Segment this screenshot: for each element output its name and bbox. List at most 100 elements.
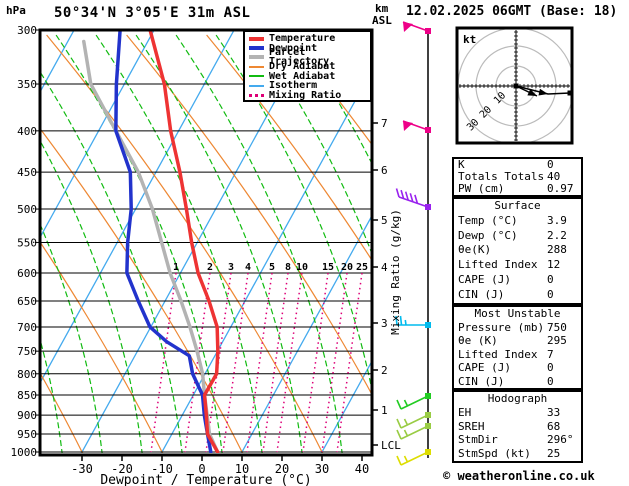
mixing-ratio-value-label: 10 [296, 262, 308, 273]
mixing-ratio-value-label: 3 [228, 262, 234, 273]
km-tick-label: 3 [381, 317, 388, 330]
x-axis-label: Dewpoint / Temperature (°C) [100, 473, 311, 486]
barb-flag [403, 121, 413, 131]
barb-tick [396, 418, 402, 429]
pressure-tick-label: 900 [17, 409, 37, 422]
pressure-tick-label: 800 [17, 368, 37, 381]
pressure-tick-label: 450 [17, 166, 37, 179]
km-tick-label: 6 [381, 164, 388, 177]
mixing-ratio-line [222, 272, 249, 453]
stat-label: EH [458, 405, 472, 419]
legend-item-label: Mixing Ratio [269, 89, 342, 101]
stat-row: Lifted Index 12 [454, 258, 581, 273]
stat-label: Lifted Index [458, 347, 538, 361]
stat-row: StmDir 296° [454, 433, 581, 447]
stat-value: 288 [547, 243, 567, 257]
stat-row: EH 33 [454, 406, 581, 420]
stat-row: Dewp (°C) 2.2 [454, 229, 581, 244]
stat-label: CIN (J) [458, 374, 505, 388]
pressure-tick-label: 400 [17, 125, 37, 138]
stat-value: 3.9 [547, 213, 567, 227]
pressure-tick-label: 850 [17, 389, 37, 402]
pressure-axis-labels: 300 350 400 450 500 550 600 650 700 750 800 850 900 9… [11, 24, 40, 459]
stat-label: PW (cm) [458, 182, 505, 195]
legend-swatch [249, 36, 264, 41]
barb-level-marker [425, 127, 431, 133]
stat-row: Temp (°C) 3.9 [454, 214, 581, 229]
stat-row: PW (cm) 0.97 [454, 183, 581, 195]
stat-row: CAPE (J) 0 [454, 361, 581, 375]
barb-level-marker [425, 28, 431, 34]
mixing-ratio-group: 1 2 3 4 5 8 10 15 20 25 [150, 262, 368, 453]
stat-label: Temp (°C) [458, 213, 518, 227]
mixing-ratio-value-label: 2 [207, 262, 213, 273]
most-unstable-box: Most Unstable Pressure (mb) 750 θe (K) 295 L… [452, 305, 583, 390]
stat-value: 25 [547, 447, 561, 461]
stat-label: θe(K) [458, 243, 492, 257]
legend-item: Isotherm [249, 81, 370, 91]
wind-barb [402, 21, 431, 34]
stat-value: 12 [547, 258, 561, 272]
mixing-ratio-value-label: 5 [269, 262, 275, 273]
barb-tick [396, 455, 402, 466]
pressure-tick-label: 650 [17, 295, 37, 308]
barb-level-marker [425, 423, 431, 429]
barb-level-marker [425, 322, 431, 328]
mixing-ratio-value-label: 8 [285, 262, 291, 273]
mixing-ratio-line [150, 272, 177, 453]
surface-header: Surface [494, 199, 541, 212]
legend-swatch [249, 65, 264, 68]
stat-value: 0.97 [547, 182, 574, 195]
wind-barb [396, 449, 431, 466]
stat-label: CAPE (J) [458, 272, 511, 286]
stat-row: SREH 68 [454, 420, 581, 434]
mixing-ratio-line [246, 272, 273, 453]
legend-swatch [249, 75, 264, 78]
stat-row: CAPE (J) 0 [454, 273, 581, 288]
wet-adiabat-line [95, 34, 263, 453]
mixing-ratio-line [336, 272, 363, 453]
mixing-ratio-line [302, 272, 329, 453]
stat-row: θe (K) 295 [454, 334, 581, 348]
mixing-ratio-value-label: 1 [173, 262, 179, 273]
mixing-ratio-line [262, 272, 289, 453]
hodograph-stats-box: Hodograph EH 33 SREH 68 StmDir 296° StmSpd (kt… [452, 390, 583, 463]
hodograph-stats-header: Hodograph [487, 392, 548, 405]
stat-value: 7 [547, 347, 554, 361]
barb-half-tick [403, 429, 409, 437]
legend-swatch [249, 46, 264, 51]
pressure-tick-label: 600 [17, 267, 37, 280]
barb-half-tick [404, 319, 407, 326]
legend-swatch [249, 93, 264, 97]
barb-level-marker [425, 412, 431, 418]
barb-half-tick [403, 399, 409, 407]
lcl-label: LCL [381, 439, 401, 452]
barb-level-marker [425, 204, 431, 210]
pressure-tick-label: 300 [17, 24, 37, 37]
stat-value: 0 [547, 287, 554, 301]
stat-label: Dewp (°C) [458, 228, 518, 242]
stat-label: StmSpd (kt) [458, 447, 531, 461]
stat-value: 0 [547, 272, 554, 286]
stat-label: SREH [458, 419, 485, 433]
stat-value: 68 [547, 419, 561, 433]
skewt-sounding-app: hPa 50°34'N 3°05'E 31m ASL 12.02.2025 06… [0, 0, 629, 486]
hodograph-origin-marker [513, 83, 519, 89]
stat-value: 0 [547, 361, 554, 374]
mixing-ratio-value-label: 4 [245, 262, 251, 273]
legend-item: Mixing Ratio [249, 89, 370, 101]
km-tick-label: 2 [381, 364, 388, 377]
isotherm-line [40, 30, 75, 94]
pressure-tick-label: 550 [17, 236, 37, 249]
stat-value: 296° [547, 433, 574, 447]
parcel-trajectory-trace [82, 39, 220, 453]
stat-label: CAPE (J) [458, 361, 511, 374]
temperature-tick-label: -30 [71, 462, 93, 476]
pressure-tick-label: 350 [17, 78, 37, 91]
stat-row: CIN (J) 0 [454, 288, 581, 303]
legend: Temperature Dewpoint Parcel Trajectory Dry … [243, 30, 372, 102]
km-tick-label: 5 [381, 214, 388, 227]
legend-swatch [249, 55, 264, 60]
stat-row: StmSpd (kt) 25 [454, 447, 581, 461]
surface-box: Surface Temp (°C) 3.9 Dewp (°C) 2.2 θe(K) 288… [452, 197, 583, 305]
